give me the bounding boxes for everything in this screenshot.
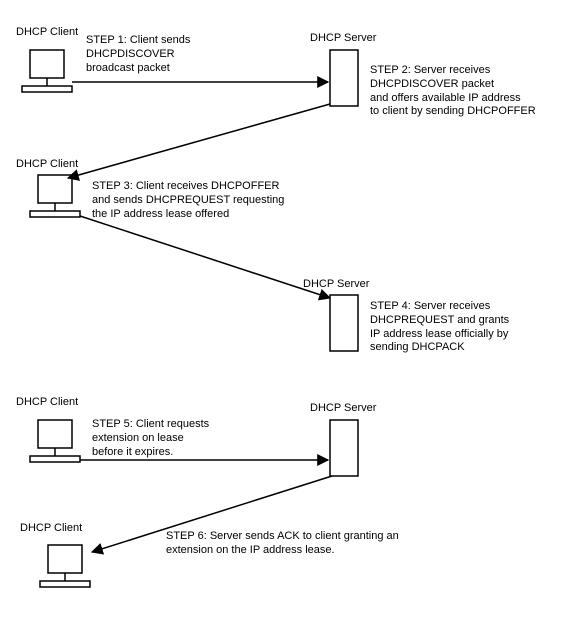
client1-title: DHCP Client bbox=[16, 26, 78, 40]
server-icon-2 bbox=[330, 295, 358, 351]
client3-title: DHCP Client bbox=[16, 396, 78, 410]
dhcp-process-diagram: DHCP Client DHCP Server DHCP Client DHCP… bbox=[0, 0, 563, 628]
client-icon-4 bbox=[40, 545, 90, 587]
arrow-step3 bbox=[80, 216, 330, 298]
server1-title: DHCP Server bbox=[310, 32, 376, 46]
step1-text: STEP 1: Client sends DHCPDISCOVER broadc… bbox=[86, 34, 286, 75]
step5-text: STEP 5: Client requests extension on lea… bbox=[92, 418, 272, 459]
client-icon-3 bbox=[30, 420, 80, 462]
client4-title: DHCP Client bbox=[20, 522, 82, 536]
step6-text: STEP 6: Server sends ACK to client grant… bbox=[166, 530, 466, 558]
step2-text: STEP 2: Server receives DHCPDISCOVER pac… bbox=[370, 64, 560, 119]
step4-text: STEP 4: Server receives DHCPREQUEST and … bbox=[370, 300, 550, 355]
client-icon-1 bbox=[22, 50, 72, 92]
arrow-step2 bbox=[68, 104, 330, 178]
server-icon-1 bbox=[330, 50, 358, 106]
step3-text: STEP 3: Client receives DHCPOFFER and se… bbox=[92, 180, 322, 221]
client-icon-2 bbox=[30, 175, 80, 217]
client2-title: DHCP Client bbox=[16, 158, 78, 172]
server2-title: DHCP Server bbox=[303, 278, 369, 292]
server-icon-3 bbox=[330, 420, 358, 476]
server3-title: DHCP Server bbox=[310, 402, 376, 416]
